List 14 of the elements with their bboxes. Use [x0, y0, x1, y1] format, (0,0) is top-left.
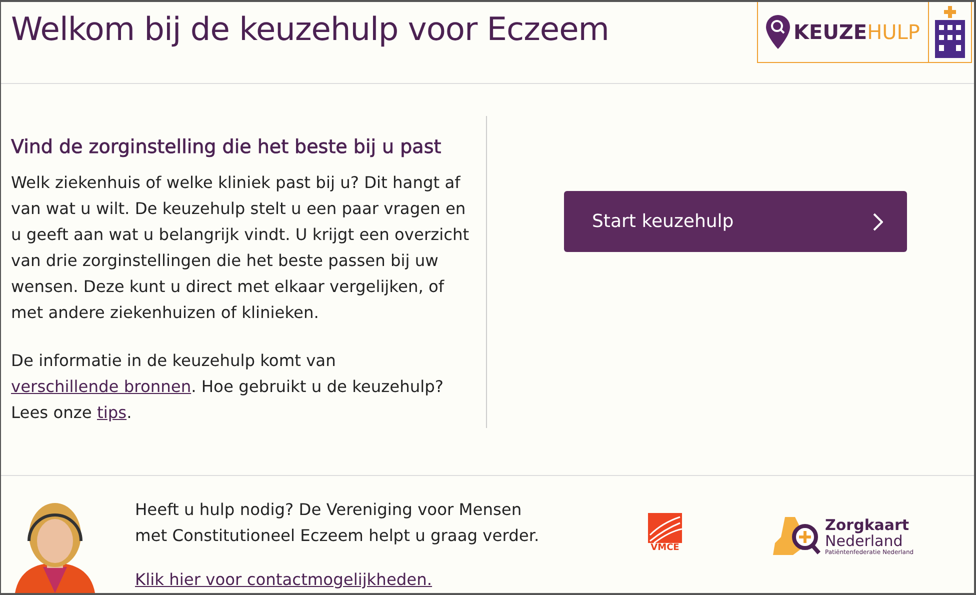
map-pin-icon [766, 15, 790, 49]
chevron-icon [873, 212, 883, 230]
start-button[interactable]: Start keuzehulp [564, 191, 907, 252]
text-link[interactable]: verschillende bronnen [11, 377, 192, 396]
page-title: Welkom bij de keuzehulp voor Eczeem [11, 10, 609, 48]
contact-link[interactable]: Klik hier voor contactmogelijkheden. [135, 570, 432, 589]
hospital-icon [935, 6, 965, 58]
help-text: Heeft u hulp nodig? De Vereniging voor Mensen met Constitutioneel Eczeem helpt u graag verder. [135, 499, 540, 547]
intro-paragraph: Welk ziekenhuis of welke kliniek past bij u? Dit hangt af van wat u wilt. De keuzehulp stelt u een paar vragen en u geeft aan wat u belangrijk vindt. U krijgt een overzicht van drie zorginstellingen die het beste passen bij uw wensen. Deze kunt u direct met elkaar vergelijken, of met andere ziekenhuizen of klinieken. [11, 172, 470, 324]
info-paragraph: De informatie in de keuzehulp komt van verschillende bronnen. Hoe gebruikt u de keuzehulp? Lees onze tips. [11, 350, 444, 424]
vmce-logo: VMCE [645, 513, 685, 553]
logo-text: KEUZEHULP [794, 20, 920, 44]
text-link[interactable]: tips [97, 403, 127, 422]
intro-heading: Vind de zorginstelling die het beste bij u past [11, 136, 442, 158]
